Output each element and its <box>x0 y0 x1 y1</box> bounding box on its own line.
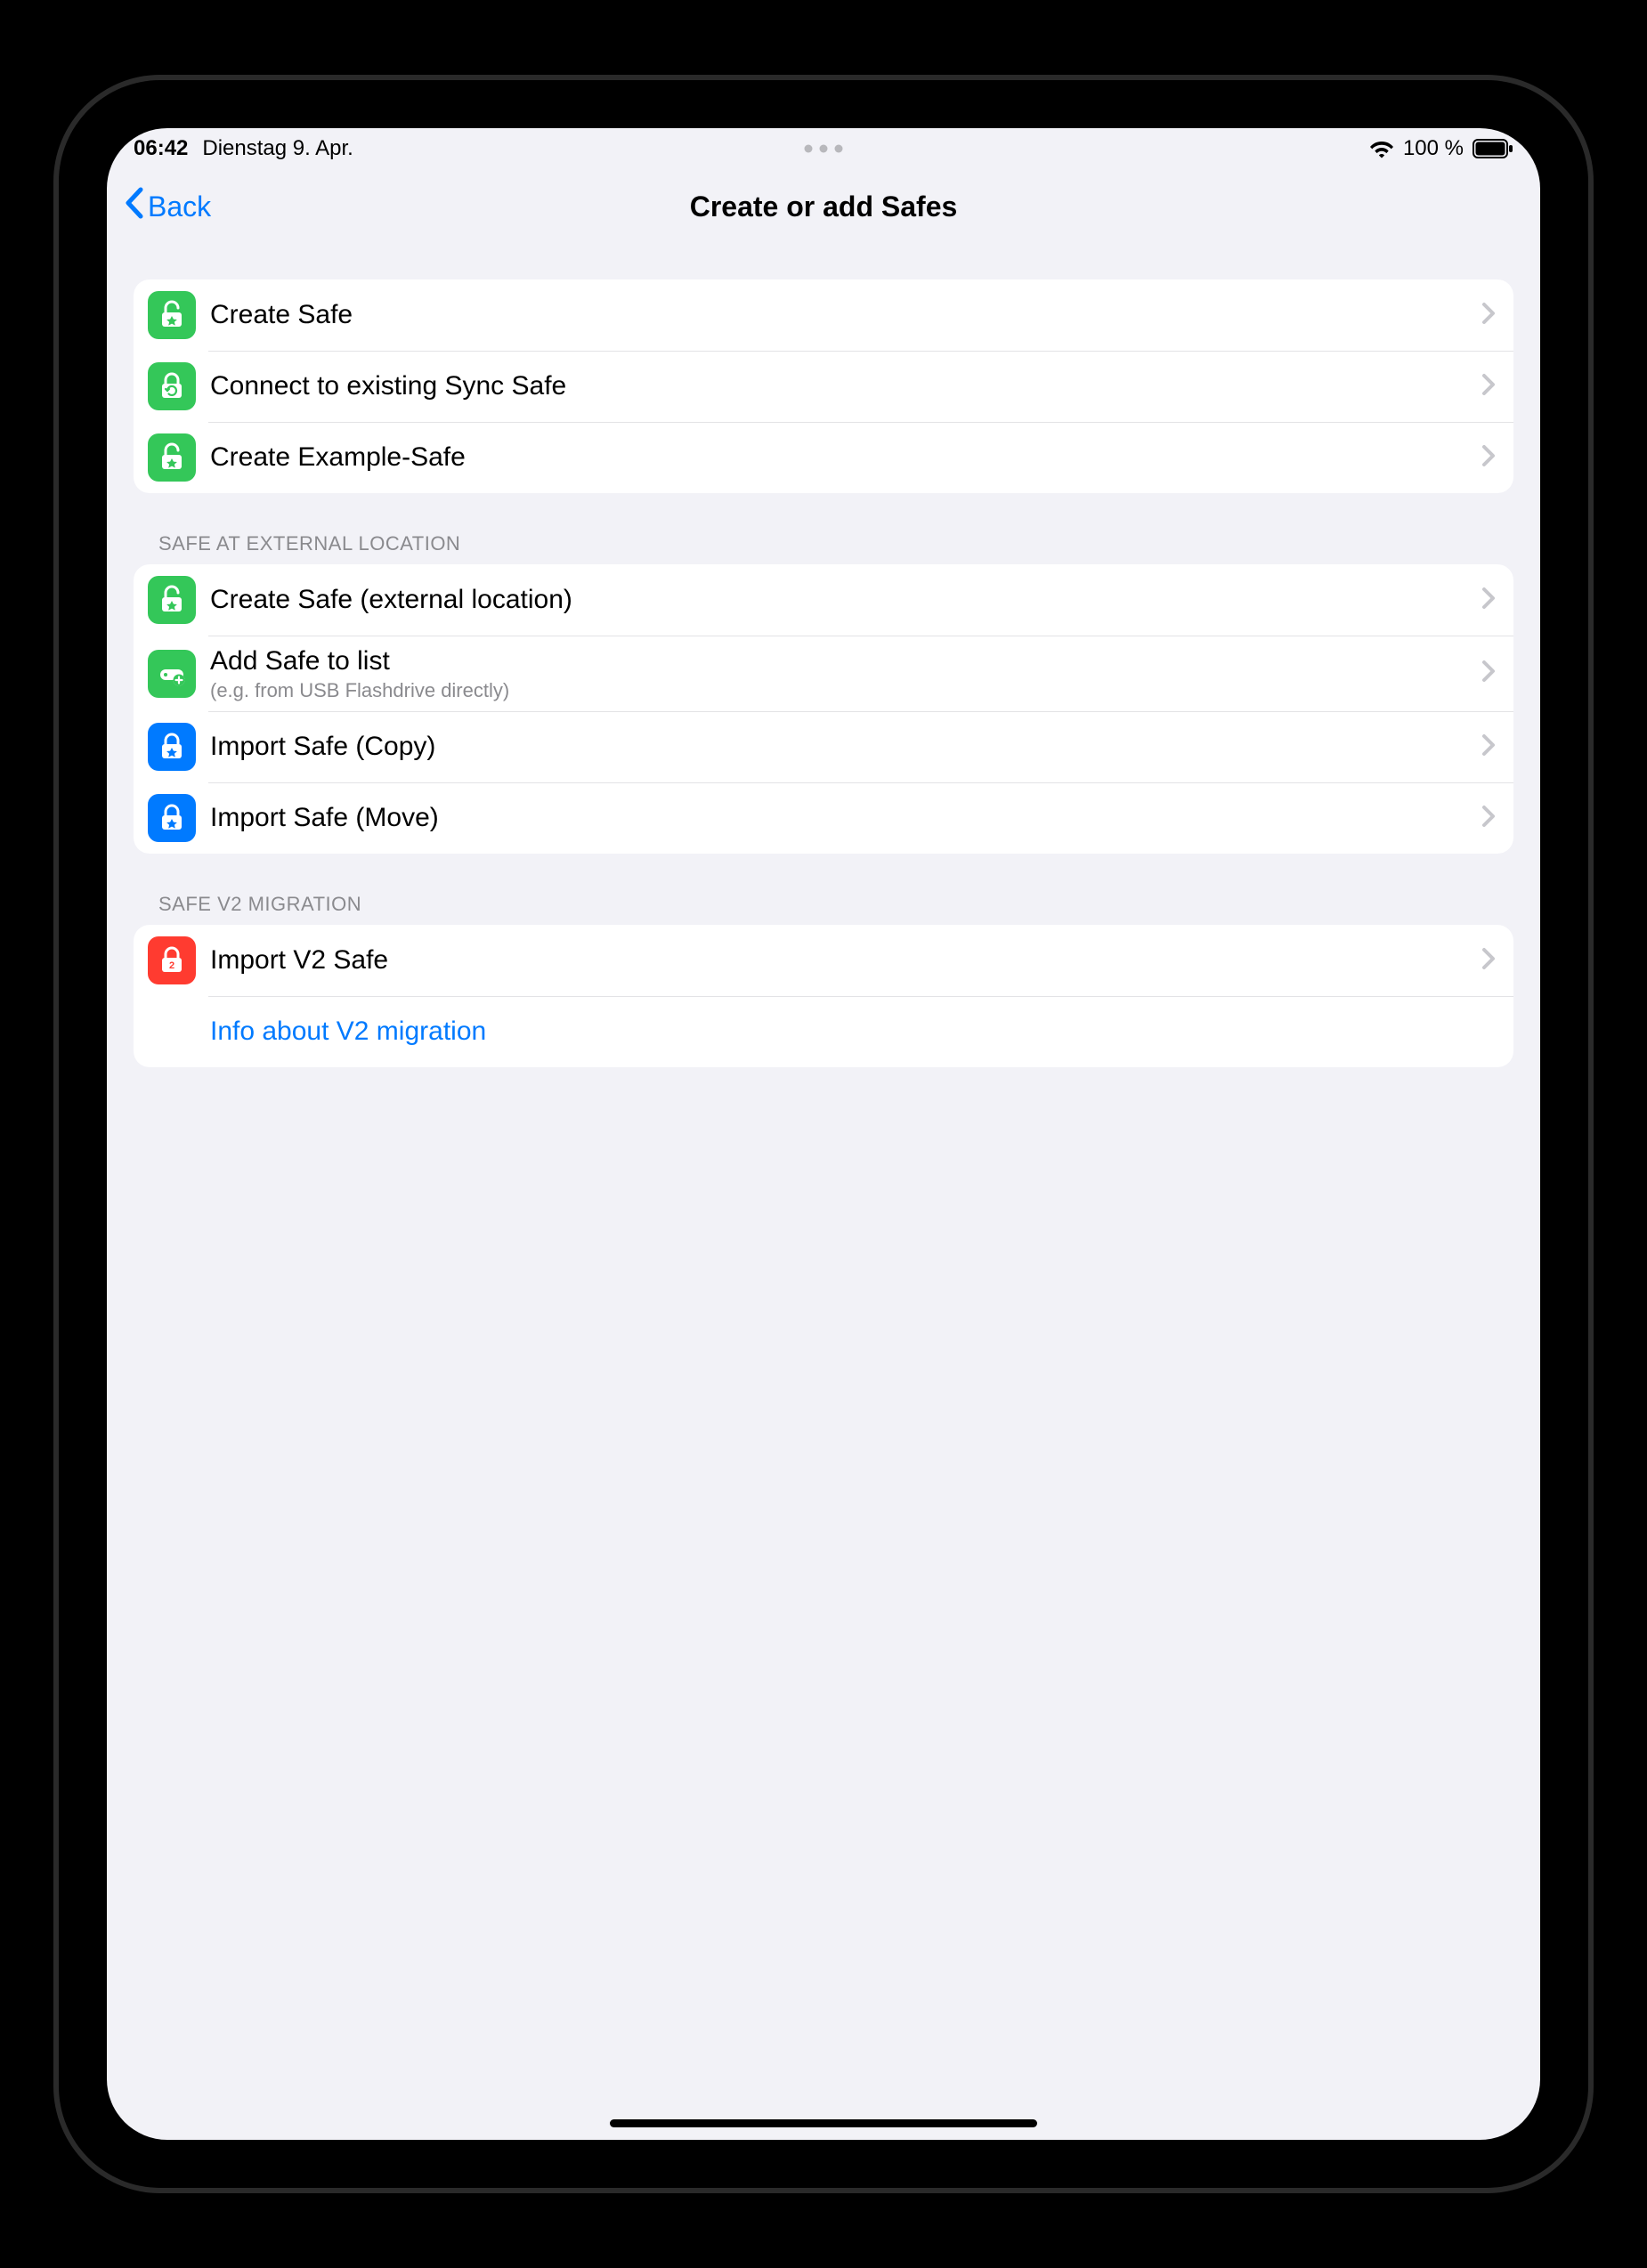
back-button[interactable]: Back <box>123 186 211 227</box>
row-label: Import Safe (Move) <box>210 801 1474 835</box>
row-connect-sync-safe[interactable]: Connect to existing Sync Safe <box>134 351 1513 422</box>
wifi-icon <box>1369 139 1394 158</box>
row-label: Create Safe <box>210 298 1474 332</box>
safe-open-icon <box>148 576 196 624</box>
safe-open-icon <box>148 291 196 339</box>
row-label: Import V2 Safe <box>210 944 1474 977</box>
row-create-example-safe[interactable]: Create Example-Safe <box>134 422 1513 493</box>
row-label: Create Safe (external location) <box>210 583 1474 617</box>
row-create-safe[interactable]: Create Safe <box>134 279 1513 351</box>
row-import-v2-safe[interactable]: 2 Import V2 Safe <box>134 925 1513 996</box>
chevron-right-icon <box>1481 805 1496 832</box>
screen: 06:42 Dienstag 9. Apr. 100 % <box>107 128 1540 2140</box>
row-label: Add Safe to list <box>210 644 1474 678</box>
chevron-right-icon <box>1481 660 1496 687</box>
battery-icon <box>1473 139 1513 158</box>
section-header-external: SAFE AT EXTERNAL LOCATION <box>134 532 1513 564</box>
group-main: Create Safe <box>134 279 1513 493</box>
row-info-v2-migration[interactable]: Info about V2 migration <box>134 996 1513 1067</box>
row-label: Import Safe (Copy) <box>210 730 1474 764</box>
row-add-safe-to-list[interactable]: Add Safe to list (e.g. from USB Flashdri… <box>134 636 1513 711</box>
drive-add-icon <box>148 650 196 698</box>
safe-open-icon <box>148 433 196 482</box>
status-time: 06:42 <box>134 136 188 161</box>
row-import-safe-copy[interactable]: Import Safe (Copy) <box>134 711 1513 782</box>
safe-import-icon <box>148 794 196 842</box>
row-label: Create Example-Safe <box>210 441 1474 474</box>
row-label: Info about V2 migration <box>210 1015 1496 1049</box>
status-date: Dienstag 9. Apr. <box>202 136 353 161</box>
safe-sync-icon <box>148 362 196 410</box>
row-sublabel: (e.g. from USB Flashdrive directly) <box>210 678 1474 703</box>
chevron-right-icon <box>1481 444 1496 472</box>
chevron-right-icon <box>1481 947 1496 975</box>
safe-import-icon <box>148 723 196 771</box>
back-label: Back <box>148 190 211 223</box>
chevron-right-icon <box>1481 373 1496 401</box>
multitask-dots-icon[interactable] <box>805 145 843 153</box>
home-indicator[interactable] <box>610 2119 1037 2127</box>
status-battery-pct: 100 % <box>1403 136 1464 161</box>
nav-bar: Back Create or add Safes <box>107 169 1540 244</box>
content-scroll[interactable]: Create Safe <box>107 244 1540 2140</box>
chevron-right-icon <box>1481 302 1496 329</box>
empty-icon-slot <box>148 1008 196 1056</box>
device-frame: 06:42 Dienstag 9. Apr. 100 % <box>53 75 1594 2193</box>
section-header-migration: SAFE V2 MIGRATION <box>134 893 1513 925</box>
group-migration: 2 Import V2 Safe Info about <box>134 925 1513 1067</box>
row-import-safe-move[interactable]: Import Safe (Move) <box>134 782 1513 854</box>
status-bar: 06:42 Dienstag 9. Apr. 100 % <box>107 128 1540 169</box>
chevron-left-icon <box>123 186 146 227</box>
chevron-right-icon <box>1481 587 1496 614</box>
row-create-safe-external[interactable]: Create Safe (external location) <box>134 564 1513 636</box>
svg-text:2: 2 <box>169 960 174 971</box>
row-label: Connect to existing Sync Safe <box>210 369 1474 403</box>
page-title: Create or add Safes <box>690 190 958 223</box>
chevron-right-icon <box>1481 733 1496 761</box>
safe-v2-icon: 2 <box>148 936 196 984</box>
group-external: Create Safe (external location) <box>134 564 1513 854</box>
